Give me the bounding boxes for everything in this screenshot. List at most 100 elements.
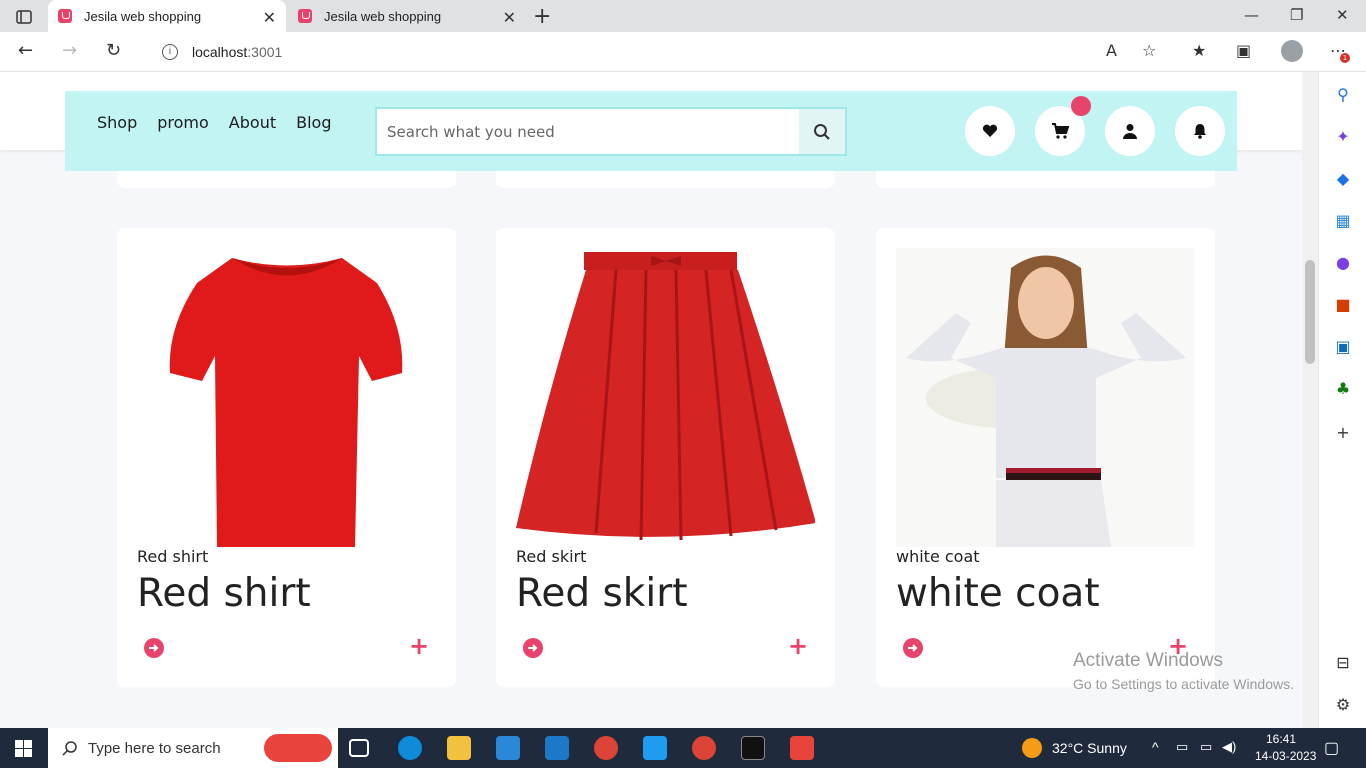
tools-icon[interactable]: ▦ [1333,210,1353,230]
app-icon[interactable] [790,736,814,760]
search-box [375,107,847,156]
clock-date[interactable]: 14-03-2023 [1255,749,1316,763]
favorites-icon[interactable]: ★ [1192,41,1206,60]
restore-icon[interactable]: ❐ [1290,6,1303,24]
tab-1[interactable]: Jesila web shopping ✕ [48,0,286,32]
page-viewport: Shop promo About Blog Search what you ne… [0,72,1302,728]
add-to-cart-icon[interactable]: + [409,634,429,658]
forward-icon[interactable]: → [62,40,77,61]
product-image-red-skirt [516,248,815,547]
profile-avatar[interactable] [1281,40,1303,62]
shopping-icon[interactable]: ◆ [1333,168,1353,188]
mail-icon[interactable] [545,736,569,760]
site-info-icon[interactable]: i [162,43,178,60]
wishlist-button[interactable] [965,106,1015,156]
tab-2-title: Jesila web shopping [324,8,442,24]
site-header: Shop promo About Blog [65,91,1237,171]
search-input[interactable] [377,109,799,154]
clock-time[interactable]: 16:41 [1266,732,1296,746]
tab-actions-icon[interactable] [10,7,38,27]
tab-bar: Jesila web shopping ✕ Jesila web shoppin… [0,0,1366,32]
settings-icon[interactable]: ⚙ [1333,694,1353,714]
url-field[interactable]: i localhost:3001 [146,36,1178,67]
view-product-icon[interactable] [903,638,923,658]
refresh-icon[interactable]: ↻ [106,40,121,61]
vscode-icon[interactable] [643,736,667,760]
nav-shop[interactable]: Shop [97,113,137,132]
heart-icon [982,124,998,137]
office-icon[interactable]: ■ [1333,294,1353,314]
minimize-icon[interactable]: — [1244,6,1259,24]
nav-promo[interactable]: promo [157,113,209,132]
cake-icon [264,734,332,762]
watermark-title: Activate Windows [1073,650,1223,671]
outlook-icon[interactable]: ▣ [1333,336,1353,356]
account-button[interactable] [1105,106,1155,156]
search-icon[interactable]: ⚲ [1333,84,1353,104]
search-button[interactable] [799,109,845,154]
close-tab-icon[interactable]: ✕ [263,8,276,28]
search-icon [62,741,77,756]
tree-icon[interactable]: ♣ [1333,378,1353,398]
url-port: :3001 [247,43,283,60]
terminal-icon[interactable] [741,736,765,760]
scroll-thumb[interactable] [1305,260,1315,364]
edge-icon[interactable] [398,736,422,760]
notification-center-icon[interactable]: ▢ [1324,738,1339,758]
back-icon[interactable]: ← [18,40,33,61]
hide-sidebar-icon[interactable]: ⊟ [1333,652,1353,672]
new-tab-icon[interactable]: + [533,4,551,29]
taskbar-search-placeholder: Type here to search [88,739,221,757]
product-image-red-shirt [137,248,436,547]
product-card[interactable]: Red skirt Red skirt + [496,228,835,687]
chrome-profile-icon[interactable] [692,736,716,760]
weather-text[interactable]: 32°C Sunny [1052,740,1127,756]
windows-start-icon[interactable] [15,740,32,757]
read-aloud-icon[interactable]: A [1106,41,1117,60]
store-icon[interactable] [496,736,520,760]
tab-2[interactable]: Jesila web shopping ✕ [288,0,526,32]
taskbar: Type here to search 32°C Sunny ^ ▭ ▭ ◀) … [0,728,1366,768]
add-sidebar-icon[interactable]: + [1333,422,1353,442]
product-subtitle: white coat [896,547,980,566]
task-view-icon[interactable] [349,739,369,757]
favicon-icon [58,9,72,23]
nav-about[interactable]: About [229,113,276,132]
product-card[interactable]: white coat white coat + [876,228,1215,687]
cart-icon [1052,123,1069,139]
bell-icon [1194,124,1206,139]
watermark-subtitle: Go to Settings to activate Windows. [1073,676,1294,692]
search-icon [814,123,830,140]
product-subtitle: Red skirt [516,547,587,566]
collections-icon[interactable]: ▣ [1236,41,1251,60]
cart-badge [1071,96,1091,116]
chrome-icon[interactable] [594,736,618,760]
close-tab-icon[interactable]: ✕ [503,8,516,28]
sun-icon [1022,738,1042,758]
cart-button[interactable] [1035,96,1091,156]
add-favorite-icon[interactable]: ☆ [1142,41,1156,60]
tray-chevron-icon[interactable]: ^ [1152,739,1159,755]
favicon-icon [298,9,312,23]
product-card[interactable]: Red shirt Red shirt + [117,228,456,687]
tray-meet-icon[interactable]: ▭ [1176,739,1188,755]
games-icon[interactable]: ● [1333,252,1353,272]
view-product-icon[interactable] [523,638,543,658]
browser-sidebar: ⚲ ✦ ◆ ▦ ● ■ ▣ ♣ + ⊟ ⚙ [1318,72,1366,728]
nav-blog[interactable]: Blog [296,113,331,132]
notifications-button[interactable] [1175,106,1225,156]
tab-1-title: Jesila web shopping [84,8,202,24]
copilot-icon[interactable]: ✦ [1333,126,1353,146]
main-nav: Shop promo About Blog [97,113,331,132]
volume-icon[interactable]: ◀) [1222,739,1236,755]
taskbar-search[interactable]: Type here to search [48,728,338,768]
add-to-cart-icon[interactable]: + [788,634,808,658]
file-explorer-icon[interactable] [447,736,471,760]
product-title: white coat [896,571,1100,616]
user-icon [1123,124,1137,139]
network-icon[interactable]: ▭ [1200,739,1212,755]
close-window-icon[interactable]: ✕ [1336,6,1349,24]
notification-badge: 1 [1340,53,1350,63]
page-scrollbar[interactable] [1302,72,1318,728]
view-product-icon[interactable] [144,638,164,658]
